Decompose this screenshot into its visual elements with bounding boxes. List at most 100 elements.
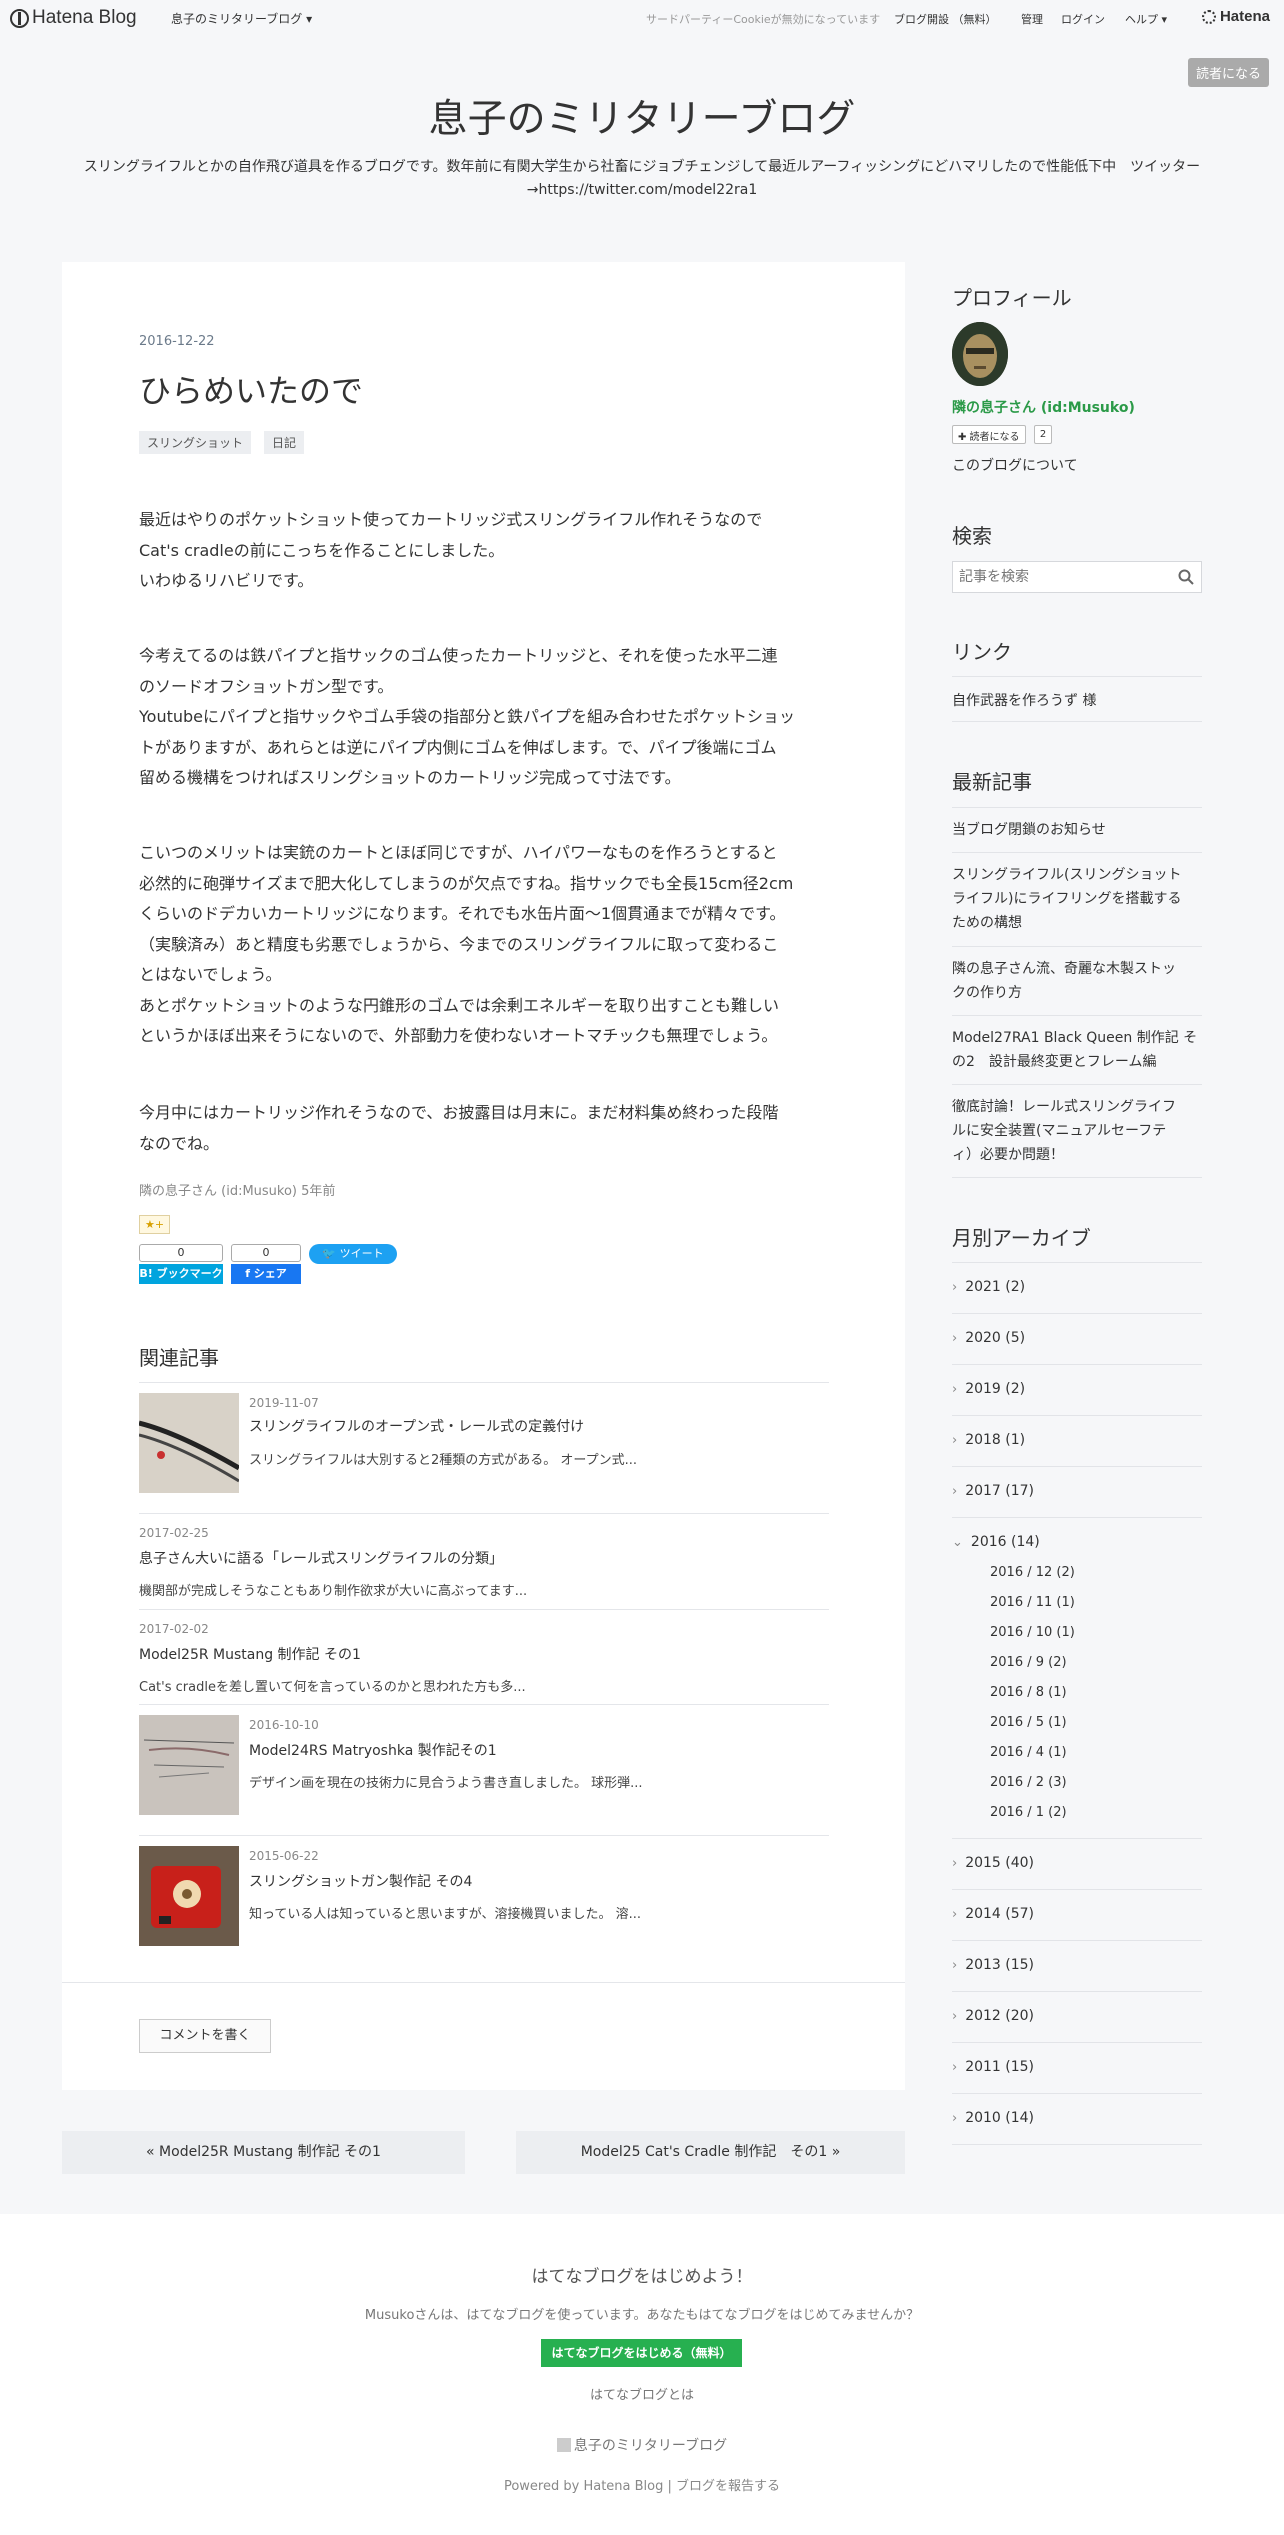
related-title[interactable]: 息子さん大いに語る「レール式スリングライフルの分類」	[139, 1548, 503, 1568]
related-thumbnail[interactable]	[138, 1393, 241, 1493]
reader-count[interactable]: 2	[1034, 425, 1052, 444]
link-item[interactable]: 自作武器を作ろうず 様	[952, 690, 1096, 710]
manage-link[interactable]: 管理	[1021, 11, 1043, 27]
write-comment-button[interactable]: コメントを書く	[139, 2019, 271, 2053]
help-dropdown[interactable]: ヘルプ ▾	[1125, 11, 1167, 27]
archive-year-label: 2017 (17)	[965, 1483, 1035, 1499]
related-thumbnail[interactable]	[139, 1846, 239, 1946]
archive-month-link[interactable]: 2016 / 9 (2)	[990, 1655, 1067, 1670]
chevron-down-icon: ⌄	[952, 1535, 963, 1550]
category-tag-diary[interactable]: 日記	[264, 431, 305, 454]
recent-entry[interactable]: Model27RA1 Black Queen 制作記 そ の2 設計最終変更とフ…	[952, 1026, 1202, 1074]
tweet-button[interactable]: 🐦 ツイート	[309, 1244, 397, 1264]
archive-year-label: 2010 (14)	[965, 2110, 1035, 2126]
cookie-notice[interactable]: サードパーティーCookieが無効になっています	[646, 11, 880, 27]
footer-blog-link[interactable]: 息子のミリタリーブログ	[0, 2435, 1284, 2455]
archive-month-link[interactable]: 2016 / 8 (1)	[990, 1685, 1067, 1700]
related-title[interactable]: Model24RS Matryoshka 製作記その1	[249, 1740, 497, 1760]
archive-year-2019[interactable]: › 2019 (2)	[952, 1381, 1025, 1397]
chevron-right-icon: ›	[952, 1958, 958, 1973]
archive-month-link[interactable]: 2016 / 2 (3)	[990, 1775, 1067, 1790]
related-title[interactable]: スリングショットガン製作記 その4	[249, 1871, 472, 1891]
facebook-share[interactable]: 0 f シェア	[231, 1244, 301, 1284]
pager-next-link[interactable]: Model25 Cat's Cradle 制作記 その1 »	[516, 2131, 905, 2174]
tweet-label: ツイート	[339, 1247, 384, 1260]
recent-entry-line: ライフル)にライフリングを搭載する	[952, 891, 1182, 907]
hatena-brand-text: Hatena	[1219, 8, 1270, 25]
login-link[interactable]: ログイン	[1061, 11, 1105, 27]
archive-year-2010[interactable]: › 2010 (14)	[952, 2110, 1034, 2126]
archive-month-link[interactable]: 2016 / 12 (2)	[990, 1565, 1075, 1580]
archive-year-2017[interactable]: › 2017 (17)	[952, 1483, 1034, 1499]
archive-year-2012[interactable]: › 2012 (20)	[952, 2008, 1034, 2024]
paragraph-line: 必然的に砲弾サイズまで肥大化してしまうのが欠点ですね。指サックでも全長15cm径…	[139, 873, 794, 893]
search-icon[interactable]	[1177, 568, 1195, 586]
blog-description: スリングライフルとかの自作飛び道具を作るブログです。数年前に有関大学生から社畜に…	[83, 159, 1201, 198]
hatebu-button[interactable]: B! ブックマーク	[139, 1264, 223, 1284]
divider	[952, 1415, 1202, 1416]
search-heading: 検索	[952, 524, 992, 548]
paragraph-line: とはないでしょう。	[139, 965, 282, 984]
hatena-brand-link[interactable]: Hatena	[1201, 8, 1270, 25]
powered-by[interactable]: Powered by Hatena Blog | ブログを報告する	[0, 2475, 1284, 2494]
related-thumbnail[interactable]	[139, 1715, 239, 1815]
recent-entry[interactable]: 当ブログ閉鎖のお知らせ	[952, 818, 1202, 842]
archive-year-label: 2019 (2)	[965, 1381, 1026, 1397]
category-tag-slingshot[interactable]: スリングショット	[139, 431, 252, 454]
paragraph-line: のソードオフショットガン型です。	[139, 676, 394, 696]
recent-entry[interactable]: 隣の息子さん流、奇麗な木製ストッ クの作り方	[952, 957, 1202, 1005]
avatar-image	[952, 322, 1008, 386]
archive-year-2015[interactable]: › 2015 (40)	[952, 1855, 1034, 1871]
blog-title[interactable]: 息子のミリタリーブログ	[0, 88, 1284, 144]
subscribe-reader-button[interactable]: ✚ 読者になる	[952, 425, 1026, 444]
archive-month-link[interactable]: 2016 / 11 (1)	[990, 1595, 1075, 1610]
avatar[interactable]	[952, 322, 1008, 386]
about-blog-link[interactable]: このブログについて	[952, 455, 1078, 475]
search-input[interactable]	[952, 561, 1202, 593]
divider	[952, 1364, 1202, 1365]
hatena-blog-logo[interactable]: Hatena Blog	[10, 7, 137, 29]
blog-menu-dropdown[interactable]: 息子のミリタリーブログ ▾	[171, 10, 312, 27]
recent-entry[interactable]: スリングライフル(スリングショット ライフル)にライフリングを搭載する ための構…	[952, 863, 1202, 935]
footer-message: Musukoさんは、はてなブログを使っています。あなたもはてなブログをはじめてみ…	[364, 2308, 920, 2323]
about-hatena-blog-link[interactable]: はてなブログとは	[0, 2384, 1284, 2403]
archive-month-link[interactable]: 2016 / 4 (1)	[990, 1745, 1067, 1760]
blog-icon	[556, 2438, 571, 2452]
paragraph-line: あとポケットショットのような円錐形のゴムでは余剰エネルギーを取り出すことも難しい	[139, 995, 780, 1015]
related-title[interactable]: Model25R Mustang 制作記 その1	[139, 1644, 361, 1664]
archive-year-2014[interactable]: › 2014 (57)	[952, 1906, 1034, 1922]
entry-title[interactable]: ひらめいたので	[139, 366, 363, 412]
archive-year-2018[interactable]: › 2018 (1)	[952, 1432, 1025, 1448]
related-date: 2017-02-02	[139, 1622, 209, 1636]
author-name-link[interactable]: 隣の息子さん (id:Musuko)	[952, 397, 1135, 417]
recent-entry-line: 徹底討論！レール式スリングライフ	[952, 1099, 1176, 1115]
divider	[952, 676, 1202, 677]
open-blog-link[interactable]: ブログ開設 （無料）	[894, 11, 997, 27]
entry-author-footer[interactable]: 隣の息子さん (id:Musuko) 5年前	[139, 1180, 335, 1199]
hatebu-share[interactable]: 0 B! ブックマーク	[139, 1244, 223, 1284]
archive-month-link[interactable]: 2016 / 1 (2)	[990, 1805, 1067, 1820]
subscribe-button[interactable]: 読者になる	[1187, 58, 1269, 87]
paragraph-line: 最近はやりのポケットショット使ってカートリッジ式スリングライフル作れそうなので	[139, 510, 763, 529]
divider	[952, 1015, 1202, 1016]
pager-prev-link[interactable]: « Model25R Mustang 制作記 その1	[62, 2131, 465, 2174]
add-star-button[interactable]: ★+	[139, 1215, 170, 1234]
archive-year-2021[interactable]: › 2021 (2)	[952, 1279, 1025, 1295]
divider	[139, 1513, 829, 1514]
chevron-right-icon: ›	[952, 2060, 958, 2075]
related-thumbnail-image	[138, 1393, 241, 1493]
paragraph-line: いわゆるリハビリです。	[139, 571, 314, 590]
archive-year-2011[interactable]: › 2011 (15)	[952, 2059, 1034, 2075]
recent-entry[interactable]: 徹底討論！レール式スリングライフ ルに安全装置(マニュアルセーフテ ィ）必要か問…	[952, 1095, 1202, 1167]
entry-date[interactable]: 2016-12-22	[139, 334, 215, 349]
archive-year-2016[interactable]: ⌄ 2016 (14)	[952, 1534, 1040, 1550]
start-hatena-blog-button[interactable]: はてなブログをはじめる（無料）	[541, 2339, 742, 2367]
facebook-share-button[interactable]: f シェア	[231, 1264, 301, 1284]
divider	[952, 2144, 1202, 2145]
related-title[interactable]: スリングライフルのオープン式・レール式の定義付け	[249, 1416, 584, 1436]
archive-year-2013[interactable]: › 2013 (15)	[952, 1957, 1034, 1973]
chevron-right-icon: ›	[952, 1331, 958, 1346]
archive-year-2020[interactable]: › 2020 (5)	[952, 1330, 1025, 1346]
archive-month-link[interactable]: 2016 / 10 (1)	[990, 1625, 1075, 1640]
archive-month-link[interactable]: 2016 / 5 (1)	[990, 1715, 1067, 1730]
